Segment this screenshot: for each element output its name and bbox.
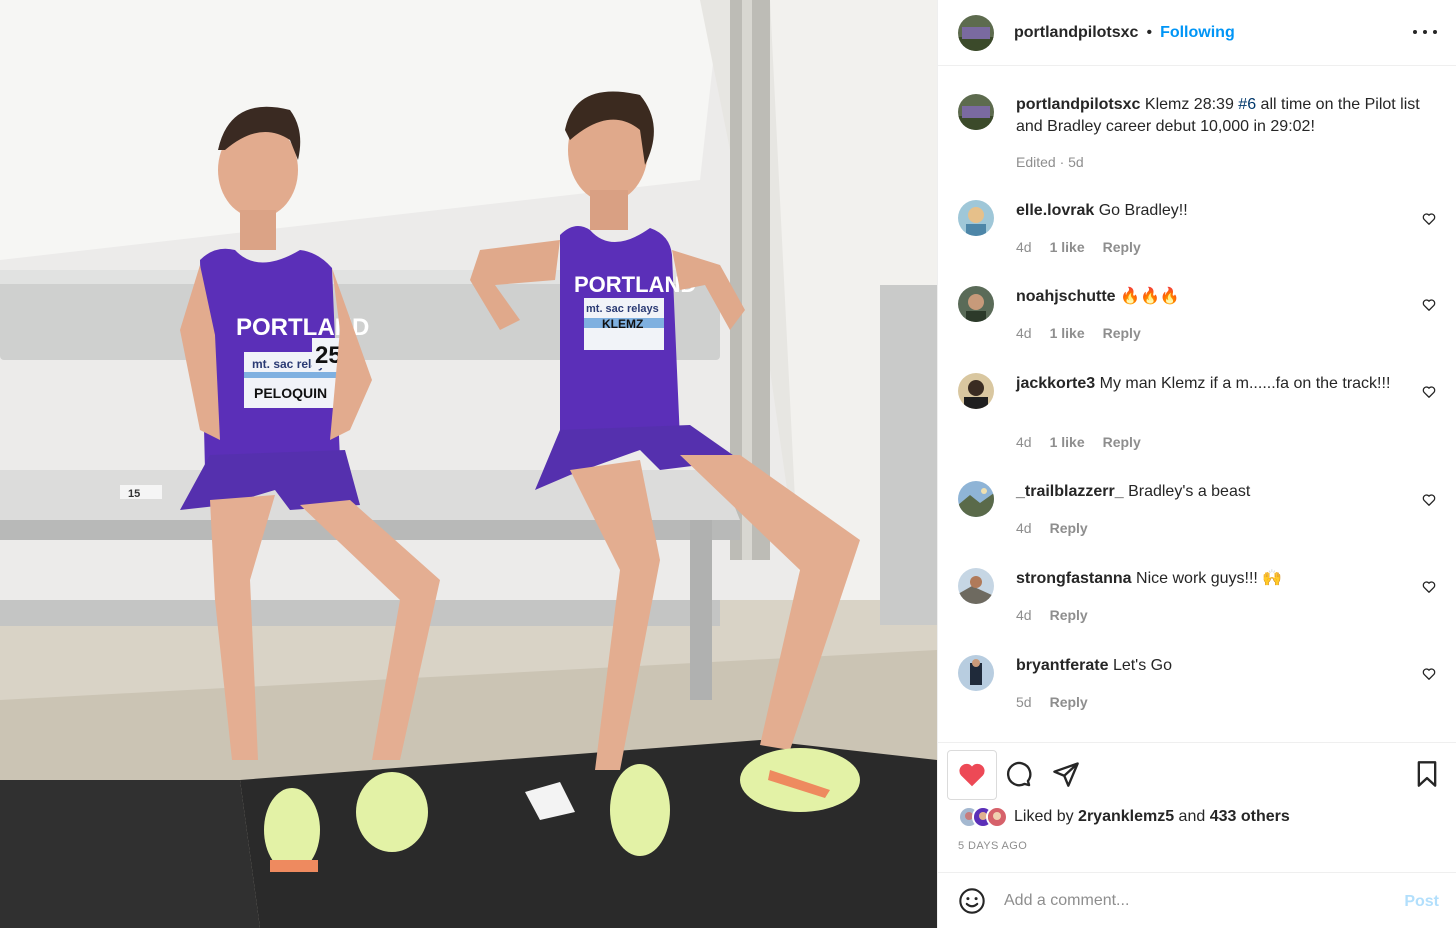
comment-body: bryantferate Let's Go xyxy=(1016,655,1421,677)
comment-item: _trailblazzerr_ Bradley's a beast 4d Rep… xyxy=(958,481,1438,551)
comment-text: Go Bradley!! xyxy=(1098,202,1188,219)
heart-icon[interactable] xyxy=(1422,580,1436,594)
comment-text: 🔥🔥🔥 xyxy=(1120,288,1180,305)
comment-username[interactable]: noahjschutte xyxy=(1016,288,1116,305)
comment-text: Nice work guys!!! 🙌 xyxy=(1136,570,1283,587)
more-icon[interactable] xyxy=(1413,22,1437,42)
comment-username[interactable]: jackkorte3 xyxy=(1016,375,1095,392)
header-separator: • xyxy=(1146,23,1153,41)
author-avatar[interactable] xyxy=(958,14,994,51)
comment-age: 4d xyxy=(1016,520,1032,536)
comment-item: bryantferate Let's Go 5d Reply xyxy=(958,655,1438,725)
comment-input[interactable] xyxy=(1004,891,1384,910)
comment-text: My man Klemz if a m......fa on the track… xyxy=(1099,375,1391,392)
comment-age: 4d xyxy=(1016,607,1032,623)
commenter-avatar[interactable] xyxy=(958,481,994,517)
reply-button[interactable]: Reply xyxy=(1103,434,1141,450)
reply-button[interactable]: Reply xyxy=(1050,520,1088,536)
author-username[interactable]: portlandpilotsxc xyxy=(1014,24,1138,42)
comment-age: 4d xyxy=(1016,239,1032,255)
heart-icon xyxy=(959,763,985,787)
heart-icon[interactable] xyxy=(1422,298,1436,312)
post-time-ago[interactable]: 5 DAYS AGO xyxy=(958,840,1027,852)
likes-prefix: Liked by xyxy=(1014,808,1079,825)
post-sidebar: portlandpilotsxc • Following portlandpil… xyxy=(937,0,1456,928)
bench-number: 15 xyxy=(128,488,140,500)
comment-username[interactable]: strongfastanna xyxy=(1016,570,1132,587)
comment-username[interactable]: _trailblazzerr_ xyxy=(1016,483,1124,500)
comment-username[interactable]: elle.lovrak xyxy=(1016,202,1094,219)
comment-body: strongfastanna Nice work guys!!! 🙌 xyxy=(1016,568,1421,590)
comment-body: elle.lovrak Go Bradley!! xyxy=(1016,200,1421,222)
caption-text: portlandpilotsxc Klemz 28:39 #6 all time… xyxy=(1016,94,1421,137)
likes-text[interactable]: Liked by 2ryanklemz5 and 433 others xyxy=(1014,808,1290,826)
caption-body-1: Klemz 28:39 xyxy=(1144,96,1239,113)
liked-by-user[interactable]: 2ryanklemz5 xyxy=(1078,808,1174,825)
heart-icon[interactable] xyxy=(1422,212,1436,226)
comment-item: strongfastanna Nice work guys!!! 🙌 4d Re… xyxy=(958,568,1438,638)
liked-by-others[interactable]: 433 others xyxy=(1210,808,1290,825)
likes-middle: and xyxy=(1174,808,1210,825)
commenter-avatar[interactable] xyxy=(958,568,994,604)
caption: portlandpilotsxc Klemz 28:39 #6 all time… xyxy=(958,94,1438,214)
commenter-avatar[interactable] xyxy=(958,655,994,691)
comment-item: jackkorte3 My man Klemz if a m......fa o… xyxy=(958,373,1438,465)
following-button[interactable]: Following xyxy=(1160,24,1235,42)
comment-body: _trailblazzerr_ Bradley's a beast xyxy=(1016,481,1421,503)
likes-summary: Liked by 2ryanklemz5 and 433 others xyxy=(958,806,1290,828)
comment-likes[interactable]: 1 like xyxy=(1050,325,1085,341)
post-header: portlandpilotsxc • Following xyxy=(938,0,1456,66)
comment-meta: 4d 1 like Reply xyxy=(1016,239,1141,255)
save-icon[interactable] xyxy=(1413,760,1441,788)
comment-likes[interactable]: 1 like xyxy=(1050,434,1085,450)
comment-icon[interactable] xyxy=(1004,760,1032,788)
comment-item: noahjschutte 🔥🔥🔥 4d 1 like Reply xyxy=(958,286,1438,356)
comment-text: Let's Go xyxy=(1112,657,1173,674)
post-photo[interactable]: 15 PORTLAND mt. sac relays PELOQUIN 25 P… xyxy=(0,0,937,928)
smile-icon[interactable] xyxy=(958,887,986,915)
bib-left-name: PELOQUIN xyxy=(254,385,327,401)
heart-icon[interactable] xyxy=(1422,493,1436,507)
comments-list[interactable]: portlandpilotsxc Klemz 28:39 #6 all time… xyxy=(938,66,1456,742)
comment-meta: 4d Reply xyxy=(1016,520,1088,536)
like-button[interactable] xyxy=(947,750,997,800)
bib-right-name: KLEMZ xyxy=(602,317,643,331)
add-comment-bar: Post xyxy=(938,872,1456,928)
commenter-avatar[interactable] xyxy=(958,200,994,236)
reply-button[interactable]: Reply xyxy=(1103,325,1141,341)
comment-likes[interactable]: 1 like xyxy=(1050,239,1085,255)
bib-right-event: mt. sac relays xyxy=(586,303,659,315)
comment-text: Bradley's a beast xyxy=(1128,483,1251,500)
caption-hashtag[interactable]: #6 xyxy=(1238,96,1256,113)
heart-icon[interactable] xyxy=(1422,385,1436,399)
liker-avatar xyxy=(986,806,1008,828)
action-bar: Liked by 2ryanklemz5 and 433 others 5 DA… xyxy=(938,742,1456,872)
caption-username[interactable]: portlandpilotsxc xyxy=(1016,96,1140,113)
reply-button[interactable]: Reply xyxy=(1103,239,1141,255)
comment-meta: 4d 1 like Reply xyxy=(1016,434,1141,450)
photo-image: 15 PORTLAND mt. sac relays PELOQUIN 25 P… xyxy=(0,0,937,928)
comment-meta: 4d 1 like Reply xyxy=(1016,325,1141,341)
heart-icon[interactable] xyxy=(1422,667,1436,681)
post-comment-button[interactable]: Post xyxy=(1404,893,1439,911)
caption-meta: Edited · 5d xyxy=(1016,154,1084,170)
comment-age: 4d xyxy=(1016,434,1032,450)
caption-edited: Edited · 5d xyxy=(1016,154,1084,170)
comment-body: noahjschutte 🔥🔥🔥 xyxy=(1016,286,1421,308)
caption-avatar[interactable] xyxy=(958,94,994,130)
reply-button[interactable]: Reply xyxy=(1050,694,1088,710)
commenter-avatar[interactable] xyxy=(958,286,994,322)
commenter-avatar[interactable] xyxy=(958,373,994,409)
comment-meta: 5d Reply xyxy=(1016,694,1088,710)
share-icon[interactable] xyxy=(1052,760,1080,788)
comment-age: 4d xyxy=(1016,325,1032,341)
comment-body: jackkorte3 My man Klemz if a m......fa o… xyxy=(1016,373,1421,395)
reply-button[interactable]: Reply xyxy=(1050,607,1088,623)
comment-meta: 4d Reply xyxy=(1016,607,1088,623)
comment-age: 5d xyxy=(1016,694,1032,710)
comment-item: elle.lovrak Go Bradley!! 4d 1 like Reply xyxy=(958,200,1438,270)
comment-username[interactable]: bryantferate xyxy=(1016,657,1108,674)
